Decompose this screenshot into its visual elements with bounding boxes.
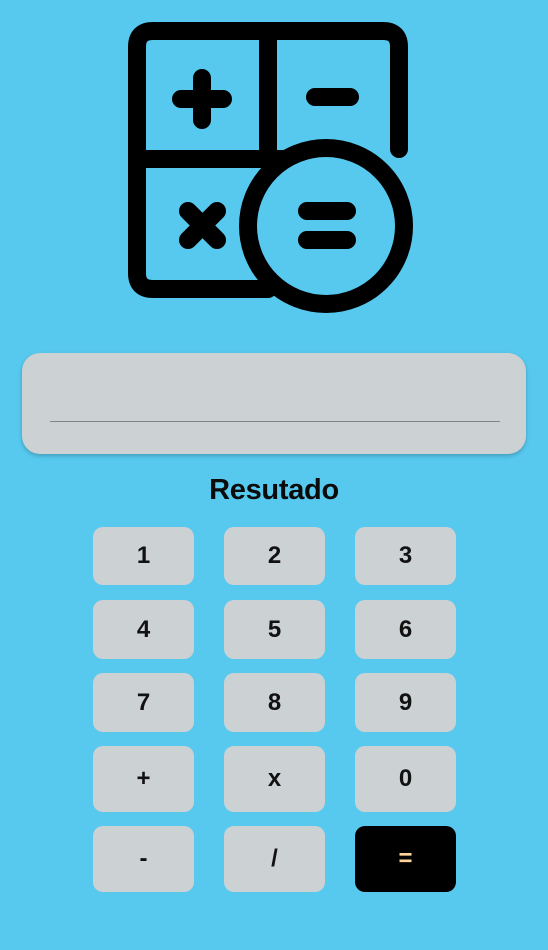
expression-input[interactable] bbox=[50, 373, 500, 422]
subtract-button[interactable]: - bbox=[93, 826, 194, 892]
display-card bbox=[22, 353, 526, 454]
add-button[interactable]: + bbox=[93, 746, 194, 812]
key-9-button[interactable]: 9 bbox=[355, 673, 456, 732]
equals-symbol bbox=[298, 202, 356, 249]
key-0-button[interactable]: 0 bbox=[355, 746, 456, 812]
key-6-button[interactable]: 6 bbox=[355, 600, 456, 659]
plus-symbol bbox=[172, 69, 232, 129]
key-5-button[interactable]: 5 bbox=[224, 600, 325, 659]
calculator-logo-icon bbox=[128, 22, 413, 313]
multiply-button[interactable]: x bbox=[224, 746, 325, 812]
key-8-button[interactable]: 8 bbox=[224, 673, 325, 732]
result-label: Resutado bbox=[209, 474, 339, 506]
divide-button[interactable]: / bbox=[224, 826, 325, 892]
equals-circle bbox=[239, 139, 413, 313]
key-2-button[interactable]: 2 bbox=[224, 527, 325, 585]
multiply-symbol bbox=[179, 202, 226, 249]
equals-button[interactable]: = bbox=[355, 826, 456, 892]
key-1-button[interactable]: 1 bbox=[93, 527, 194, 585]
key-7-button[interactable]: 7 bbox=[93, 673, 194, 732]
key-3-button[interactable]: 3 bbox=[355, 527, 456, 585]
key-4-button[interactable]: 4 bbox=[93, 600, 194, 659]
